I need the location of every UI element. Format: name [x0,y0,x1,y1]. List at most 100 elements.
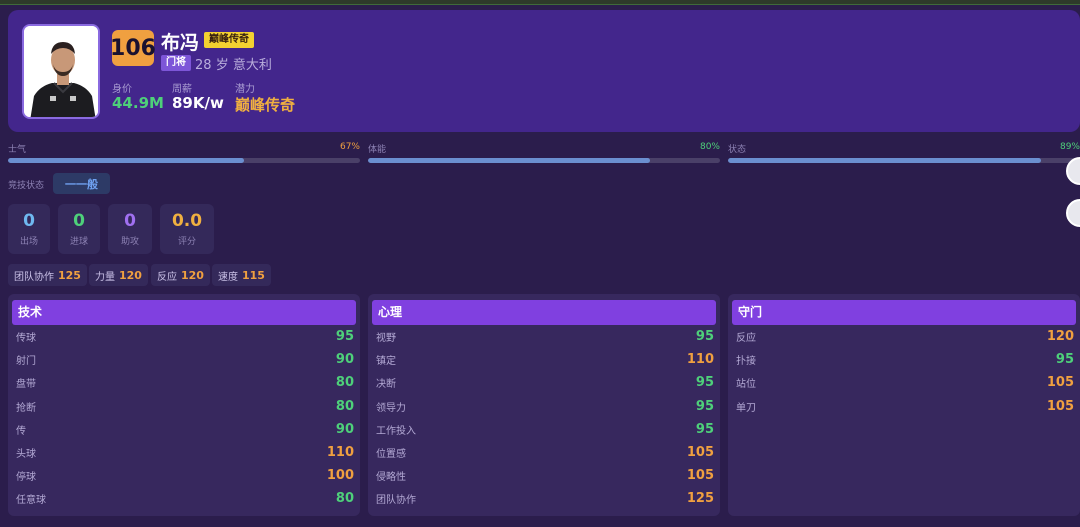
stamina-label: 体能 [368,145,387,155]
attribute-label: 侵略性 [376,472,406,484]
attribute-row: 停球 100 [8,464,360,487]
player-header-card: 106 布冯 巅峰传奇 门将 28 岁 意大利 身价 44.9M 周薪 89K/… [8,10,1080,132]
value-label: 身价 [112,84,132,95]
status-label: 竞技状态 [8,181,45,191]
attribute-value: 105 [1046,398,1074,414]
rating-value: 0.0 [171,211,203,231]
attribute-value: 80 [335,375,354,391]
attribute-label: 团队协作 [376,495,416,507]
attribute-label: 传 [16,425,26,437]
potential-label: 潜力 [235,84,255,95]
age-unit: 岁 [215,58,229,73]
appearances-box: 0 出场 [8,204,50,254]
attribute-label: 射门 [16,356,36,368]
attribute-row: 领导力 95 [368,395,720,418]
attribute-row: 抢断 80 [8,395,360,418]
attribute-row: 决断 95 [368,371,720,394]
chip-label: 反应 [157,271,177,283]
chip-value: 120 [181,268,204,282]
panel-title: 守门 [732,300,1076,325]
attribute-label: 传球 [16,333,36,345]
attribute-value: 90 [335,352,354,368]
attribute-value: 105 [686,445,714,461]
goals-label: 进球 [69,237,88,247]
chip-label: 团队协作 [14,271,54,283]
edge-toggle-icon[interactable] [1066,199,1080,227]
attribute-row: 视野 95 [368,325,720,348]
attribute-label: 扑接 [736,356,756,368]
player-portrait-icon [22,24,100,119]
morale-fill [8,158,244,163]
attribute-row: 镇定 110 [368,348,720,371]
position-badge: 门将 [161,55,191,71]
chip-strength: 力量 120 [89,264,148,286]
attribute-label: 反应 [736,333,756,345]
attribute-value: 95 [695,398,714,414]
chip-label: 速度 [218,271,238,283]
chip-pace: 速度 115 [212,264,271,286]
panel-mental: 心理 视野 95 镇定 110 决断 95 领导力 95 工作投入 95 位置感 105 侵略性 105 团… [368,294,720,516]
form-track [728,158,1080,163]
attribute-row: 盘带 80 [8,371,360,394]
age-value: 28 [195,58,212,73]
nationality: 意大利 [232,58,272,73]
form-label: 状态 [728,145,747,155]
attribute-label: 站位 [736,379,756,391]
attribute-value: 110 [686,352,714,368]
attribute-row: 传球 95 [8,325,360,348]
market-value: 44.9M [112,94,164,112]
attribute-label: 位置感 [376,449,406,461]
form-pct: 89% [1059,142,1080,152]
morale-pct: 67% [339,142,360,152]
chip-value: 115 [242,268,265,282]
appearances-value: 0 [23,211,35,231]
attribute-value: 95 [335,329,354,345]
attribute-value: 90 [335,421,354,437]
chip-value: 125 [58,268,81,282]
tier-badge: 巅峰传奇 [204,32,254,48]
attribute-label: 抢断 [16,402,36,414]
attribute-label: 领导力 [376,402,406,414]
player-name: 布冯 [161,32,200,54]
panel-title: 技术 [12,300,356,325]
age-nationality: 28 岁 意大利 [195,54,272,73]
panel-rows: 传球 95 射门 90 盘带 80 抢断 80 传 90 头球 110 停球 100 任意球 80 [8,325,360,511]
panel-technical: 技术 传球 95 射门 90 盘带 80 抢断 80 传 90 头球 110 停球 100 任意球 80 [8,294,360,516]
attribute-value: 110 [326,445,354,461]
attribute-row: 传 90 [8,418,360,441]
attribute-label: 决断 [376,379,396,391]
attribute-label: 停球 [16,472,36,484]
goals-box: 0 进球 [58,204,100,254]
rating-box: 0.0 评分 [160,204,214,254]
attribute-label: 单刀 [736,402,756,414]
chip-label: 力量 [95,271,115,283]
panel-title: 心理 [372,300,716,325]
attribute-value: 105 [1046,375,1074,391]
status-button[interactable]: 一一般 [53,173,110,194]
goals-value: 0 [73,211,85,231]
stamina-track [368,158,720,163]
attribute-label: 头球 [16,449,36,461]
attribute-label: 盘带 [16,379,36,391]
attribute-label: 任意球 [16,495,46,507]
potential-value: 巅峰传奇 [235,96,296,114]
attribute-value: 95 [695,421,714,437]
attribute-row: 侵略性 105 [368,464,720,487]
morale-label: 士气 [8,145,27,155]
attribute-row: 任意球 80 [8,487,360,510]
panel-rows: 反应 120 扑接 95 站位 105 单刀 105 [728,325,1080,418]
attribute-value: 105 [686,468,714,484]
stamina-fill [368,158,650,163]
attribute-row: 头球 110 [8,441,360,464]
attribute-value: 95 [695,329,714,345]
attribute-value: 120 [1046,329,1074,345]
attribute-row: 扑接 95 [728,348,1080,371]
wage-label: 周薪 [172,84,192,95]
attribute-value: 125 [686,491,714,507]
attribute-value: 95 [1055,352,1074,368]
chip-reflexes: 反应 120 [151,264,210,286]
attribute-row: 站位 105 [728,371,1080,394]
attribute-row: 反应 120 [728,325,1080,348]
chip-teamwork: 团队协作 125 [8,264,87,286]
assists-value: 0 [124,211,136,231]
